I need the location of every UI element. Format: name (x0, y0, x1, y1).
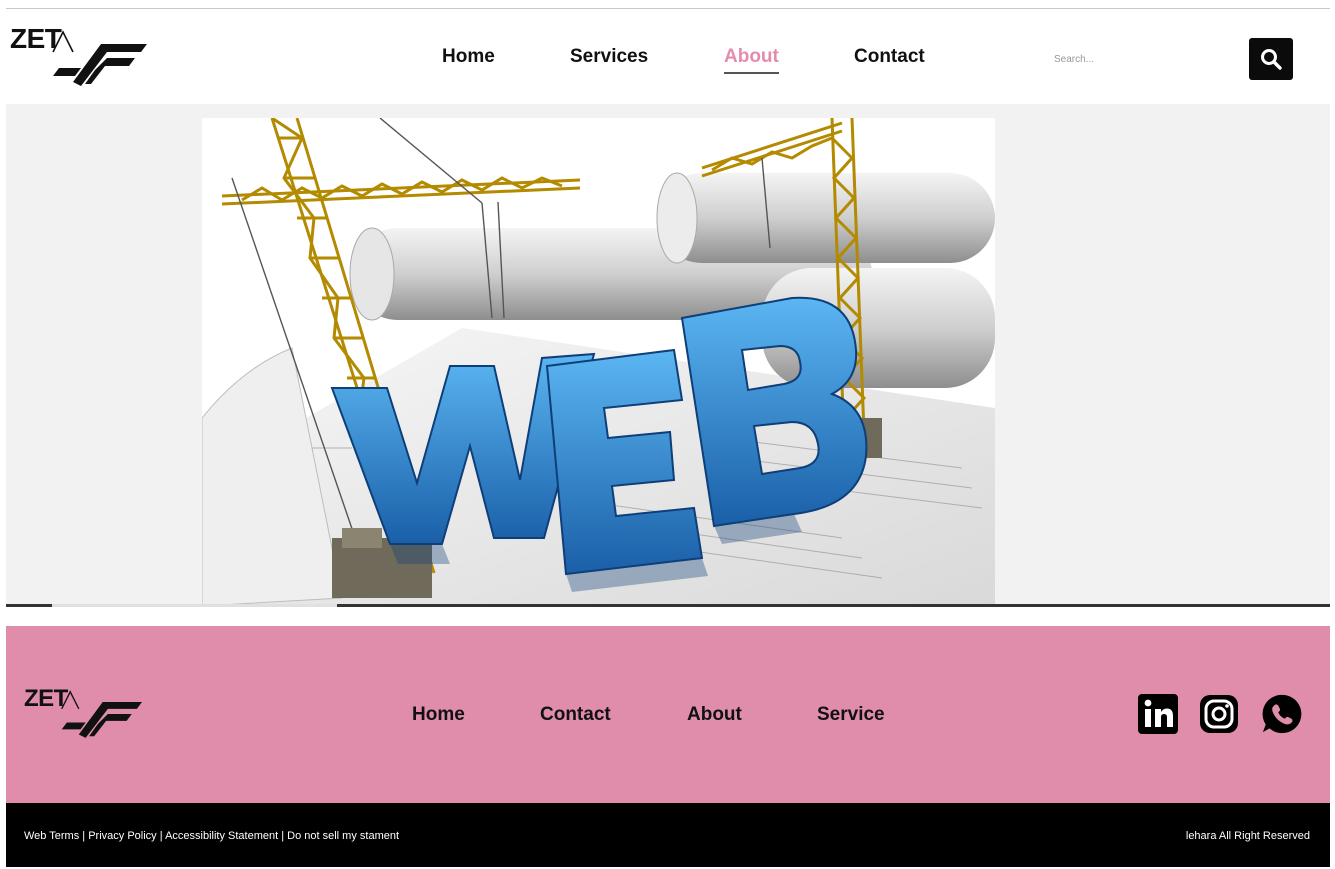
logo-mark-icon (52, 30, 148, 86)
hero-progress-line (6, 604, 1330, 607)
legal-links: Web Terms | Privacy Policy | Accessibili… (24, 830, 399, 842)
footer-logo-mark-icon (60, 690, 142, 738)
footer-logo[interactable]: ZET (24, 686, 142, 740)
nav-about[interactable]: About (724, 46, 779, 74)
footer-nav-service[interactable]: Service (817, 704, 885, 726)
hero-image (202, 118, 995, 606)
copyright-text: lehara All Right Reserved (1185, 830, 1310, 842)
search-icon (1261, 49, 1282, 70)
footer-nav-home[interactable]: Home (412, 704, 465, 726)
accessibility-statement-link[interactable]: Accessibility Statement (165, 830, 278, 842)
instagram-icon (1200, 695, 1238, 733)
hero-illustration (202, 118, 995, 606)
instagram-link[interactable] (1197, 692, 1241, 736)
web-terms-link[interactable]: Web Terms (24, 830, 79, 842)
linkedin-link[interactable] (1136, 692, 1180, 736)
footer-nav-about[interactable]: About (687, 704, 742, 726)
do-not-sell-link[interactable]: Do not sell my stament (287, 830, 399, 842)
linkedin-icon (1138, 694, 1178, 734)
bottom-bar: Web Terms | Privacy Policy | Accessibili… (6, 803, 1330, 867)
search-input[interactable] (1054, 48, 1204, 70)
header-logo[interactable]: ZET (10, 24, 148, 88)
hero-progress-segment (52, 604, 337, 607)
separator: | (159, 830, 163, 842)
nav-contact[interactable]: Contact (854, 46, 925, 68)
search-button[interactable] (1249, 38, 1293, 80)
whatsapp-icon (1262, 694, 1302, 734)
site-header: ZET Home Services About Contact (6, 10, 1330, 104)
footer-nav-contact[interactable]: Contact (540, 704, 611, 726)
privacy-policy-link[interactable]: Privacy Policy (88, 830, 156, 842)
nav-home[interactable]: Home (442, 46, 495, 68)
top-divider (6, 8, 1330, 9)
whatsapp-link[interactable] (1260, 692, 1304, 736)
hero-section (6, 104, 1330, 606)
site-footer: ZET Home Contact About Service (6, 626, 1330, 803)
nav-services[interactable]: Services (570, 46, 648, 68)
